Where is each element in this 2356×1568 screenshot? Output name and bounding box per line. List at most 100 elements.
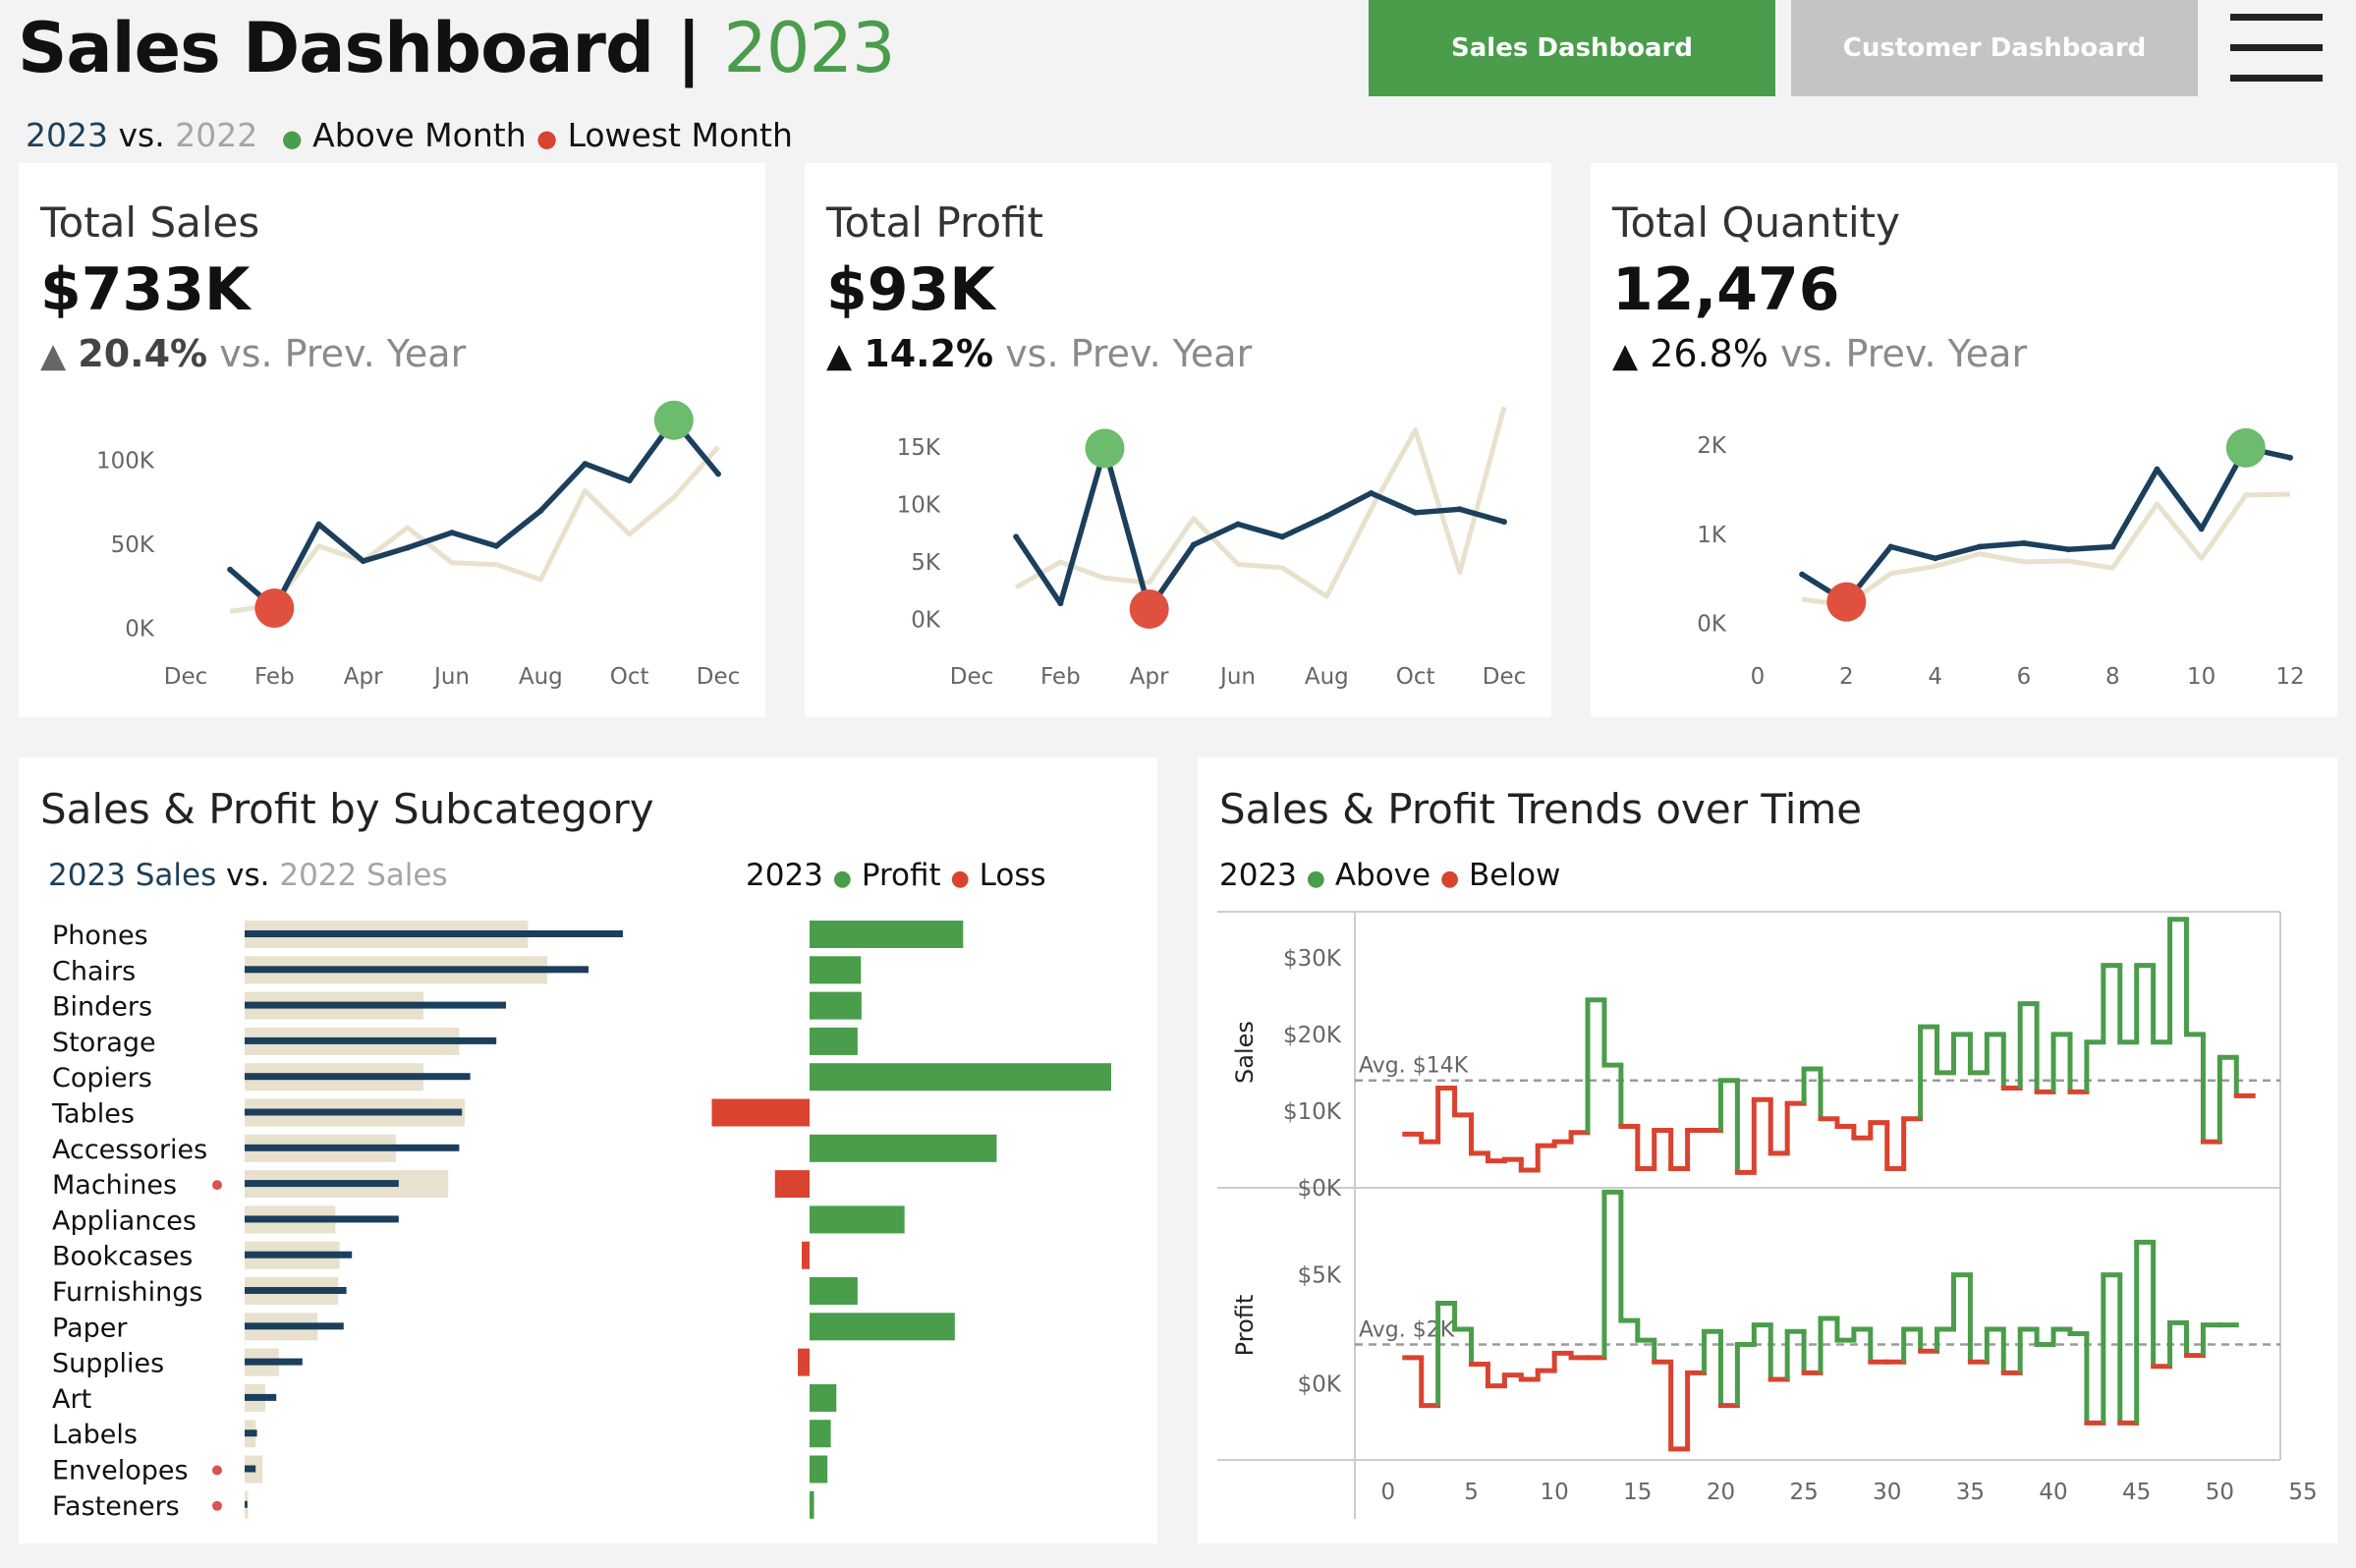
kpi-card-quantity[interactable]: Total Quantity 12,476 ▲ 26.8% vs. Prev. … [1591,163,2337,717]
x-tick-label: Oct [610,664,649,690]
data-point [1501,519,1507,526]
average-label: Avg. $14K [1359,1054,1469,1079]
data-point [1456,506,1463,513]
data-point [1279,533,1286,540]
category-label: Fasteners [52,1491,180,1522]
legend-current-year: 2023 [26,116,108,154]
data-point [360,558,366,565]
x-tick-label: Oct [1396,664,1435,690]
data-point [493,542,500,549]
x-tick-label: 0 [1751,664,1766,690]
nav-sales-dashboard-label: Sales Dashboard [1451,33,1693,63]
category-label: Supplies [52,1349,164,1379]
category-label: Envelopes [52,1456,189,1486]
y-tick-label: 1K [1697,523,1727,548]
y-tick-label: 50K [111,532,155,558]
x-tick-label: 10 [2187,664,2216,690]
x-tick-label: Apr [1130,664,1169,690]
y-tick-label: 10K [897,493,941,519]
x-tick-label: 12 [2275,664,2304,690]
max-month-marker [2225,427,2266,468]
nav-sales-dashboard-button[interactable]: Sales Dashboard [1369,0,1775,96]
x-tick-label: Feb [254,664,295,690]
category-label: Chairs [52,956,136,986]
max-month-marker [653,400,694,440]
x-tick-label: Aug [519,664,563,690]
x-tick-label: Jun [1218,664,1256,690]
y-tick-label: 0K [911,607,941,633]
legend-vs: vs. [118,116,165,154]
y-axis-title: Profit [1231,1295,1259,1357]
data-point [2287,454,2293,461]
x-tick-label: 8 [2105,664,2120,690]
quantity-line-chart: 0K 1K 2K 0 2 4 6 8 10 12 [1697,427,2305,690]
page-title: Sales Dashboard | 2023 [18,8,896,88]
flag-dot-icon [212,1465,222,1476]
profit-line-chart: 0K 5K 10K 15K Dec Feb Apr Jun Aug Oct Dec [897,406,1527,690]
legend-previous-year: 2022 [175,116,258,154]
y-tick-label: 100K [96,449,155,475]
x-tick-label: Feb [1040,664,1081,690]
trends-panel: Sales & Profit Trends over Time 2023 ● A… [1198,757,2337,1543]
profit-bar [810,956,862,984]
x-tick-label: Jun [432,664,470,690]
y-tick-label: $0K [1298,1176,1342,1202]
category-label: Art [52,1384,91,1415]
x-tick-label: 10 [1541,1480,1569,1505]
data-point [626,477,633,484]
y-tick-label: $10K [1283,1099,1342,1125]
hamburger-menu-icon[interactable] [2230,14,2323,83]
y-tick-label: 2K [1697,433,1727,459]
data-point [2109,543,2116,550]
kpi-card-profit[interactable]: Total Profit $93K ▲ 14.2% vs. Prev. Year… [805,163,1551,717]
x-tick-label: 30 [1873,1480,1901,1505]
bar-2023-sales [245,1144,460,1151]
bar-2023-sales [245,1036,497,1044]
x-tick-label: 35 [1956,1480,1985,1505]
data-point [1323,513,1330,520]
subcategory-panel: Sales & Profit by Subcategory 2023 Sales… [19,757,1157,1543]
y-tick-label: $0K [1298,1372,1342,1397]
loss-bar [798,1348,810,1376]
series-2023-line [228,417,721,611]
kpi-card-sales[interactable]: Total Sales $733K ▲ 20.4% vs. Prev. Year… [19,163,765,717]
data-point [1013,533,1020,540]
profit-bar [810,1277,858,1305]
x-tick-label: Apr [344,664,383,690]
data-point [1799,571,1806,578]
trend-step-charts: Sales $0K $10K $20K $30K Avg. $14K Profit $0K $5… [1217,911,2318,1519]
min-month-marker [1129,588,1169,629]
title-separator: | [676,8,701,88]
profit-bar [810,1490,814,1519]
data-point [715,471,721,477]
category-label: Tables [51,1099,135,1130]
data-point [2065,546,2072,553]
y-tick-label: 15K [897,435,941,461]
data-point [2198,526,2205,532]
subcategory-bar-chart: Phones Chairs Binders Storage Copiers Tables A… [51,921,1111,1522]
legend-above-month: Above Month [312,116,527,154]
y-tick-label: 5K [911,550,941,576]
bar-2023-sales [245,1180,399,1188]
data-point [404,544,411,551]
data-point [227,566,234,573]
profit-bar [810,1455,828,1484]
data-point [315,521,322,528]
profit-bar [810,1063,1111,1092]
x-tick-label: 0 [1381,1480,1396,1505]
legend-above-dot-icon: ● [281,125,303,152]
series-2022-line [229,445,720,614]
category-label: Appliances [52,1205,196,1236]
min-month-marker [254,588,295,628]
x-tick-label: Dec [1483,664,1527,690]
x-tick-label: 4 [1928,664,1942,690]
data-point [449,530,455,536]
x-tick-label: Dec [164,664,208,690]
profit-bar [810,991,862,1020]
flag-dot-icon [212,1180,222,1191]
bar-2023-sales [245,1322,344,1330]
data-point [1368,489,1374,496]
bar-2023-sales [245,1429,257,1437]
x-tick-label: 40 [2039,1480,2067,1505]
nav-customer-dashboard-button[interactable]: Customer Dashboard [1791,0,2198,96]
